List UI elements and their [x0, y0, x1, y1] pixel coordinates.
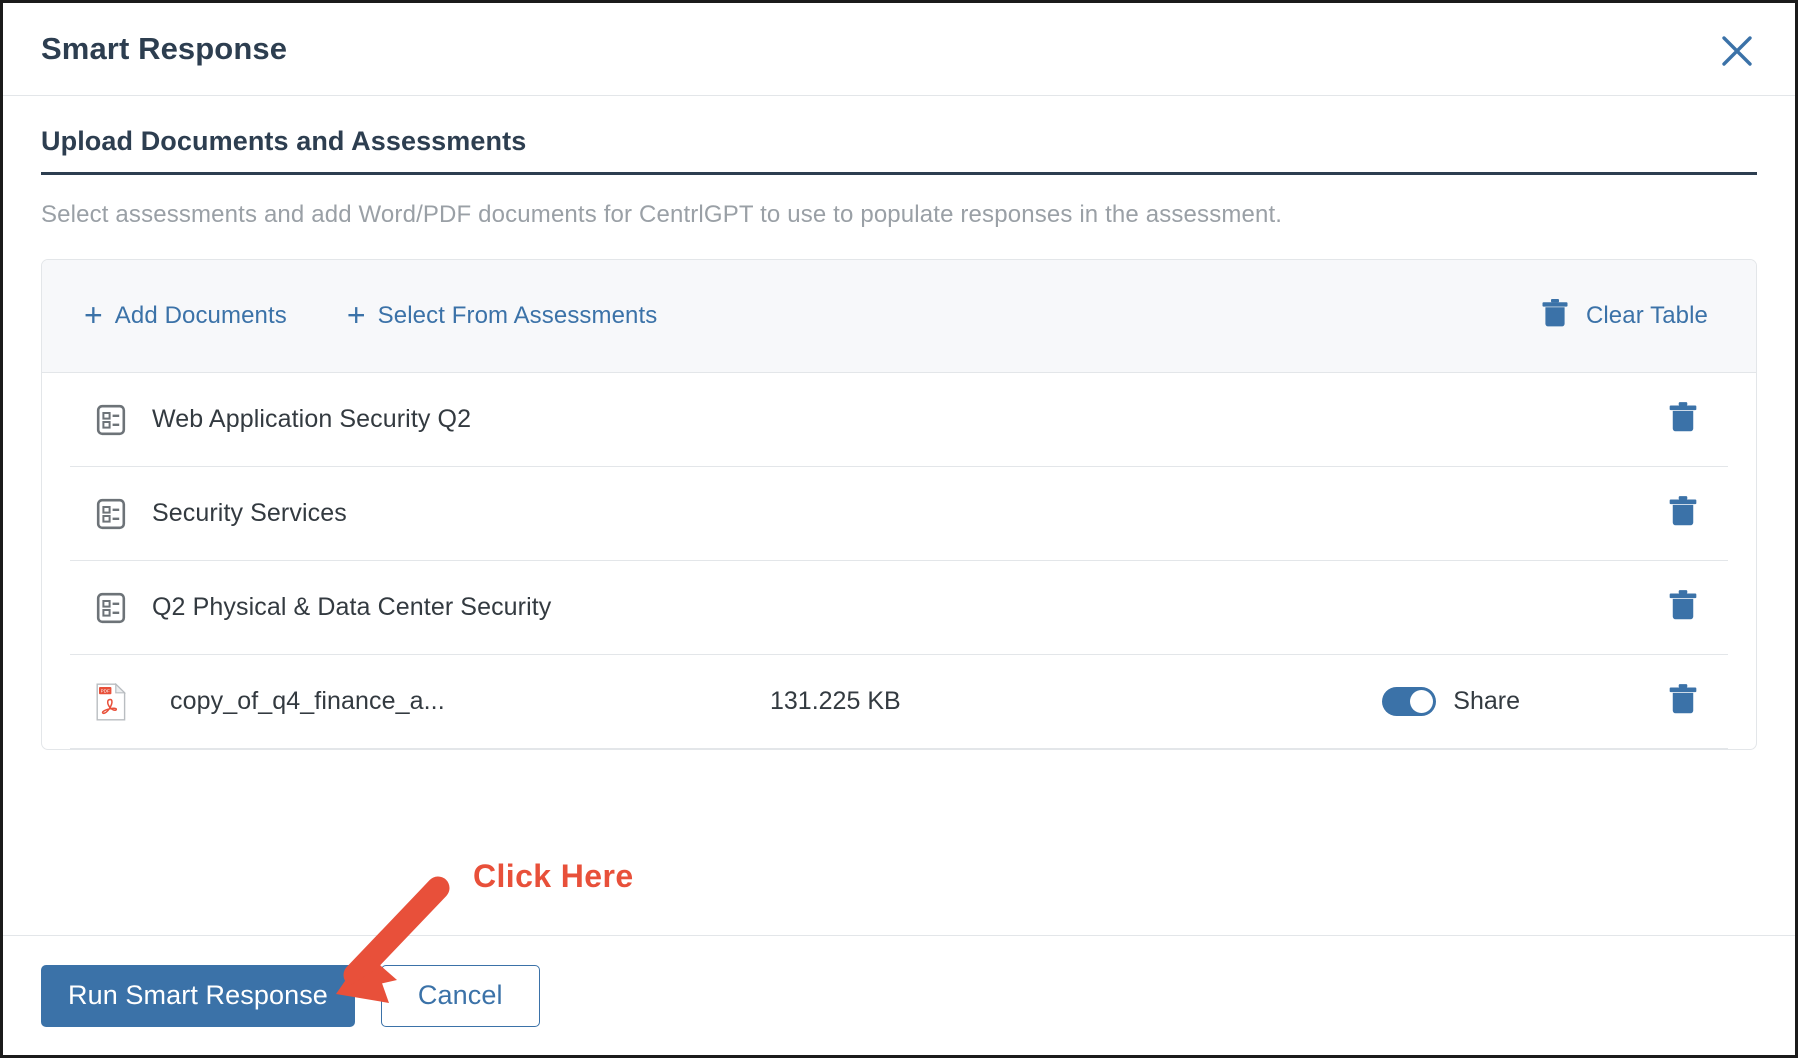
delete-row-button[interactable]	[1638, 683, 1728, 720]
add-documents-label: Add Documents	[114, 302, 287, 329]
toggle-knob	[1410, 690, 1434, 713]
trash-icon	[1669, 683, 1697, 720]
documents-table-card: + Add Documents + Select From Assessment…	[41, 259, 1757, 750]
row-name: copy_of_q4_finance_a...	[170, 687, 445, 715]
plus-icon: +	[346, 297, 366, 333]
trash-icon	[1669, 589, 1697, 626]
select-from-assessments-label: Select From Assessments	[377, 302, 658, 329]
plus-icon: +	[84, 297, 103, 333]
table-row[interactable]: Security Services	[70, 467, 1728, 561]
table-toolbar: + Add Documents + Select From Assessment…	[42, 260, 1756, 373]
svg-text:PDF: PDF	[101, 688, 110, 693]
modal-footer: Run Smart Response Cancel	[3, 935, 1795, 1055]
modal-header: Smart Response	[3, 3, 1795, 96]
row-name: Web Application Security Q2	[152, 405, 472, 433]
cancel-button[interactable]: Cancel	[380, 964, 540, 1027]
close-button[interactable]	[1711, 25, 1763, 77]
clear-table-label: Clear Table	[1585, 302, 1708, 329]
section-heading: Upload Documents and Assessments	[41, 126, 1757, 175]
share-label: Share	[1453, 687, 1520, 715]
table-row[interactable]: PDF copy_of_q4_finance_a... 131.225 KB S…	[70, 655, 1728, 749]
delete-row-button[interactable]	[1638, 401, 1728, 438]
delete-row-button[interactable]	[1638, 495, 1728, 532]
file-size: 131.225 KB	[770, 687, 901, 715]
assessment-icon	[70, 592, 152, 624]
row-name: Q2 Physical & Data Center Security	[152, 593, 552, 621]
add-documents-button[interactable]: + Add Documents	[78, 296, 293, 336]
close-icon	[1719, 33, 1755, 69]
clear-table-button[interactable]: Clear Table	[1536, 294, 1714, 339]
delete-row-button[interactable]	[1638, 589, 1728, 626]
share-toggle[interactable]	[1382, 687, 1437, 716]
run-smart-response-button[interactable]: Run Smart Response	[41, 964, 355, 1027]
row-name: Security Services	[152, 499, 347, 527]
pdf-file-icon: PDF	[70, 682, 152, 721]
section-description: Select assessments and add Word/PDF docu…	[41, 201, 1283, 228]
assessment-icon	[70, 404, 152, 436]
assessment-icon	[70, 498, 152, 530]
table-row[interactable]: Web Application Security Q2	[70, 373, 1728, 467]
trash-icon	[1669, 495, 1697, 532]
page-title: Smart Response	[41, 31, 288, 66]
modal-body: Upload Documents and Assessments Select …	[3, 126, 1795, 750]
share-control: Share	[1100, 687, 1638, 716]
trash-icon	[1542, 298, 1568, 335]
table-row[interactable]: Q2 Physical & Data Center Security	[70, 561, 1728, 655]
annotation-label: Click Here	[473, 858, 634, 894]
select-from-assessments-button[interactable]: + Select From Assessments	[341, 296, 664, 336]
trash-icon	[1669, 401, 1697, 438]
smart-response-modal: Smart Response Upload Documents and Asse…	[0, 0, 1798, 1058]
table-rows: Web Application Security Q2 Security Ser…	[42, 373, 1756, 749]
